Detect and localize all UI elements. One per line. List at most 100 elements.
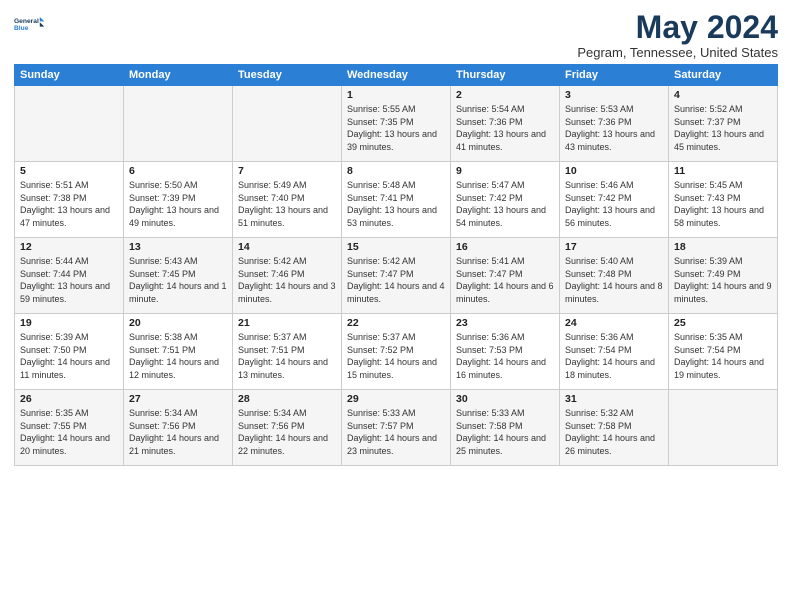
- day-cell: 6 Sunrise: 5:50 AM Sunset: 7:39 PM Daylig…: [124, 162, 233, 238]
- week-row-5: 26Sunrise: 5:35 AM Sunset: 7:55 PM Dayli…: [15, 390, 778, 466]
- day-info: Sunrise: 5:50 AM Sunset: 7:39 PM Dayligh…: [129, 179, 227, 229]
- day-cell: 15Sunrise: 5:42 AM Sunset: 7:47 PM Dayli…: [342, 238, 451, 314]
- day-number: 25: [674, 317, 772, 329]
- day-number: 7: [238, 165, 336, 177]
- main-title: May 2024: [577, 10, 778, 45]
- day-info: Sunrise: 5:44 AM Sunset: 7:44 PM Dayligh…: [20, 255, 118, 305]
- day-cell: 21 Sunrise: 5:37 AM Sunset: 7:51 PM Dayli…: [233, 314, 342, 390]
- col-monday: Monday: [124, 65, 233, 86]
- day-number: 22: [347, 317, 445, 329]
- day-cell: [124, 86, 233, 162]
- day-info: Sunrise: 5:47 AM Sunset: 7:42 PM Dayligh…: [456, 179, 554, 229]
- day-number: 13: [129, 241, 227, 253]
- day-cell: 9 Sunrise: 5:47 AM Sunset: 7:42 PM Daylig…: [451, 162, 560, 238]
- day-cell: [15, 86, 124, 162]
- day-number: 16: [456, 241, 554, 253]
- week-row-1: 1Sunrise: 5:55 AM Sunset: 7:35 PM Daylig…: [15, 86, 778, 162]
- day-info: Sunrise: 5:34 AM Sunset: 7:56 PM Dayligh…: [129, 407, 227, 457]
- day-info: Sunrise: 5:35 AM Sunset: 7:54 PM Dayligh…: [674, 331, 772, 381]
- calendar-body: 1Sunrise: 5:55 AM Sunset: 7:35 PM Daylig…: [15, 86, 778, 466]
- col-tuesday: Tuesday: [233, 65, 342, 86]
- day-number: 1: [347, 89, 445, 101]
- day-cell: 29Sunrise: 5:33 AM Sunset: 7:57 PM Dayli…: [342, 390, 451, 466]
- day-info: Sunrise: 5:46 AM Sunset: 7:42 PM Dayligh…: [565, 179, 663, 229]
- day-info: Sunrise: 5:43 AM Sunset: 7:45 PM Dayligh…: [129, 255, 227, 305]
- col-wednesday: Wednesday: [342, 65, 451, 86]
- day-number: 8: [347, 165, 445, 177]
- week-row-4: 19 Sunrise: 5:39 AM Sunset: 7:50 PM Dayli…: [15, 314, 778, 390]
- day-number: 11: [674, 165, 772, 177]
- day-info: Sunrise: 5:33 AM Sunset: 7:58 PM Dayligh…: [456, 407, 554, 457]
- day-info: Sunrise: 5:48 AM Sunset: 7:41 PM Dayligh…: [347, 179, 445, 229]
- day-cell: 19 Sunrise: 5:39 AM Sunset: 7:50 PM Dayli…: [15, 314, 124, 390]
- day-info: Sunrise: 5:34 AM Sunset: 7:56 PM Dayligh…: [238, 407, 336, 457]
- day-info: Sunrise: 5:40 AM Sunset: 7:48 PM Dayligh…: [565, 255, 663, 305]
- day-cell: 25 Sunrise: 5:35 AM Sunset: 7:54 PM Dayli…: [669, 314, 778, 390]
- subtitle: Pegram, Tennessee, United States: [577, 45, 778, 60]
- day-info: Sunrise: 5:52 AM Sunset: 7:37 PM Dayligh…: [674, 103, 772, 153]
- day-info: Sunrise: 5:39 AM Sunset: 7:50 PM Dayligh…: [20, 331, 118, 381]
- day-info: Sunrise: 5:45 AM Sunset: 7:43 PM Dayligh…: [674, 179, 772, 229]
- day-cell: 23Sunrise: 5:36 AM Sunset: 7:53 PM Dayli…: [451, 314, 560, 390]
- day-number: 6: [129, 165, 227, 177]
- logo: GeneralBlue: [14, 10, 46, 38]
- calendar-table: Sunday Monday Tuesday Wednesday Thursday…: [14, 64, 778, 466]
- day-cell: 22 Sunrise: 5:37 AM Sunset: 7:52 PM Dayli…: [342, 314, 451, 390]
- day-cell: 13 Sunrise: 5:43 AM Sunset: 7:45 PM Dayli…: [124, 238, 233, 314]
- day-cell: 12 Sunrise: 5:44 AM Sunset: 7:44 PM Dayli…: [15, 238, 124, 314]
- logo-icon: GeneralBlue: [14, 10, 46, 38]
- day-cell: 2 Sunrise: 5:54 AM Sunset: 7:36 PM Daylig…: [451, 86, 560, 162]
- day-cell: [669, 390, 778, 466]
- day-cell: 30Sunrise: 5:33 AM Sunset: 7:58 PM Dayli…: [451, 390, 560, 466]
- col-sunday: Sunday: [15, 65, 124, 86]
- day-number: 20: [129, 317, 227, 329]
- day-cell: 4 Sunrise: 5:52 AM Sunset: 7:37 PM Daylig…: [669, 86, 778, 162]
- day-info: Sunrise: 5:37 AM Sunset: 7:52 PM Dayligh…: [347, 331, 445, 381]
- day-info: Sunrise: 5:35 AM Sunset: 7:55 PM Dayligh…: [20, 407, 118, 457]
- day-info: Sunrise: 5:32 AM Sunset: 7:58 PM Dayligh…: [565, 407, 663, 457]
- day-number: 9: [456, 165, 554, 177]
- day-number: 17: [565, 241, 663, 253]
- day-number: 29: [347, 393, 445, 405]
- day-number: 18: [674, 241, 772, 253]
- day-number: 19: [20, 317, 118, 329]
- day-cell: 28 Sunrise: 5:34 AM Sunset: 7:56 PM Dayli…: [233, 390, 342, 466]
- day-number: 2: [456, 89, 554, 101]
- day-info: Sunrise: 5:49 AM Sunset: 7:40 PM Dayligh…: [238, 179, 336, 229]
- day-cell: 10 Sunrise: 5:46 AM Sunset: 7:42 PM Dayli…: [560, 162, 669, 238]
- day-cell: 7 Sunrise: 5:49 AM Sunset: 7:40 PM Daylig…: [233, 162, 342, 238]
- day-cell: 20 Sunrise: 5:38 AM Sunset: 7:51 PM Dayli…: [124, 314, 233, 390]
- day-cell: 24Sunrise: 5:36 AM Sunset: 7:54 PM Dayli…: [560, 314, 669, 390]
- col-saturday: Saturday: [669, 65, 778, 86]
- title-block: May 2024 Pegram, Tennessee, United State…: [577, 10, 778, 60]
- page: GeneralBlue May 2024 Pegram, Tennessee, …: [0, 0, 792, 612]
- day-number: 14: [238, 241, 336, 253]
- week-row-2: 5Sunrise: 5:51 AM Sunset: 7:38 PM Daylig…: [15, 162, 778, 238]
- day-cell: 18Sunrise: 5:39 AM Sunset: 7:49 PM Dayli…: [669, 238, 778, 314]
- day-info: Sunrise: 5:54 AM Sunset: 7:36 PM Dayligh…: [456, 103, 554, 153]
- day-cell: 5Sunrise: 5:51 AM Sunset: 7:38 PM Daylig…: [15, 162, 124, 238]
- day-info: Sunrise: 5:51 AM Sunset: 7:38 PM Dayligh…: [20, 179, 118, 229]
- day-number: 31: [565, 393, 663, 405]
- header-row: Sunday Monday Tuesday Wednesday Thursday…: [15, 65, 778, 86]
- week-row-3: 12 Sunrise: 5:44 AM Sunset: 7:44 PM Dayli…: [15, 238, 778, 314]
- day-info: Sunrise: 5:41 AM Sunset: 7:47 PM Dayligh…: [456, 255, 554, 305]
- day-number: 10: [565, 165, 663, 177]
- svg-text:Blue: Blue: [14, 25, 29, 32]
- day-cell: [233, 86, 342, 162]
- day-cell: 1Sunrise: 5:55 AM Sunset: 7:35 PM Daylig…: [342, 86, 451, 162]
- day-cell: 31 Sunrise: 5:32 AM Sunset: 7:58 PM Dayli…: [560, 390, 669, 466]
- day-info: Sunrise: 5:38 AM Sunset: 7:51 PM Dayligh…: [129, 331, 227, 381]
- day-number: 28: [238, 393, 336, 405]
- day-number: 21: [238, 317, 336, 329]
- day-info: Sunrise: 5:37 AM Sunset: 7:51 PM Dayligh…: [238, 331, 336, 381]
- header: GeneralBlue May 2024 Pegram, Tennessee, …: [14, 10, 778, 60]
- day-cell: 17 Sunrise: 5:40 AM Sunset: 7:48 PM Dayli…: [560, 238, 669, 314]
- day-number: 4: [674, 89, 772, 101]
- day-info: Sunrise: 5:42 AM Sunset: 7:47 PM Dayligh…: [347, 255, 445, 305]
- day-info: Sunrise: 5:36 AM Sunset: 7:53 PM Dayligh…: [456, 331, 554, 381]
- svg-text:General: General: [14, 18, 39, 25]
- day-cell: 27Sunrise: 5:34 AM Sunset: 7:56 PM Dayli…: [124, 390, 233, 466]
- day-number: 12: [20, 241, 118, 253]
- col-thursday: Thursday: [451, 65, 560, 86]
